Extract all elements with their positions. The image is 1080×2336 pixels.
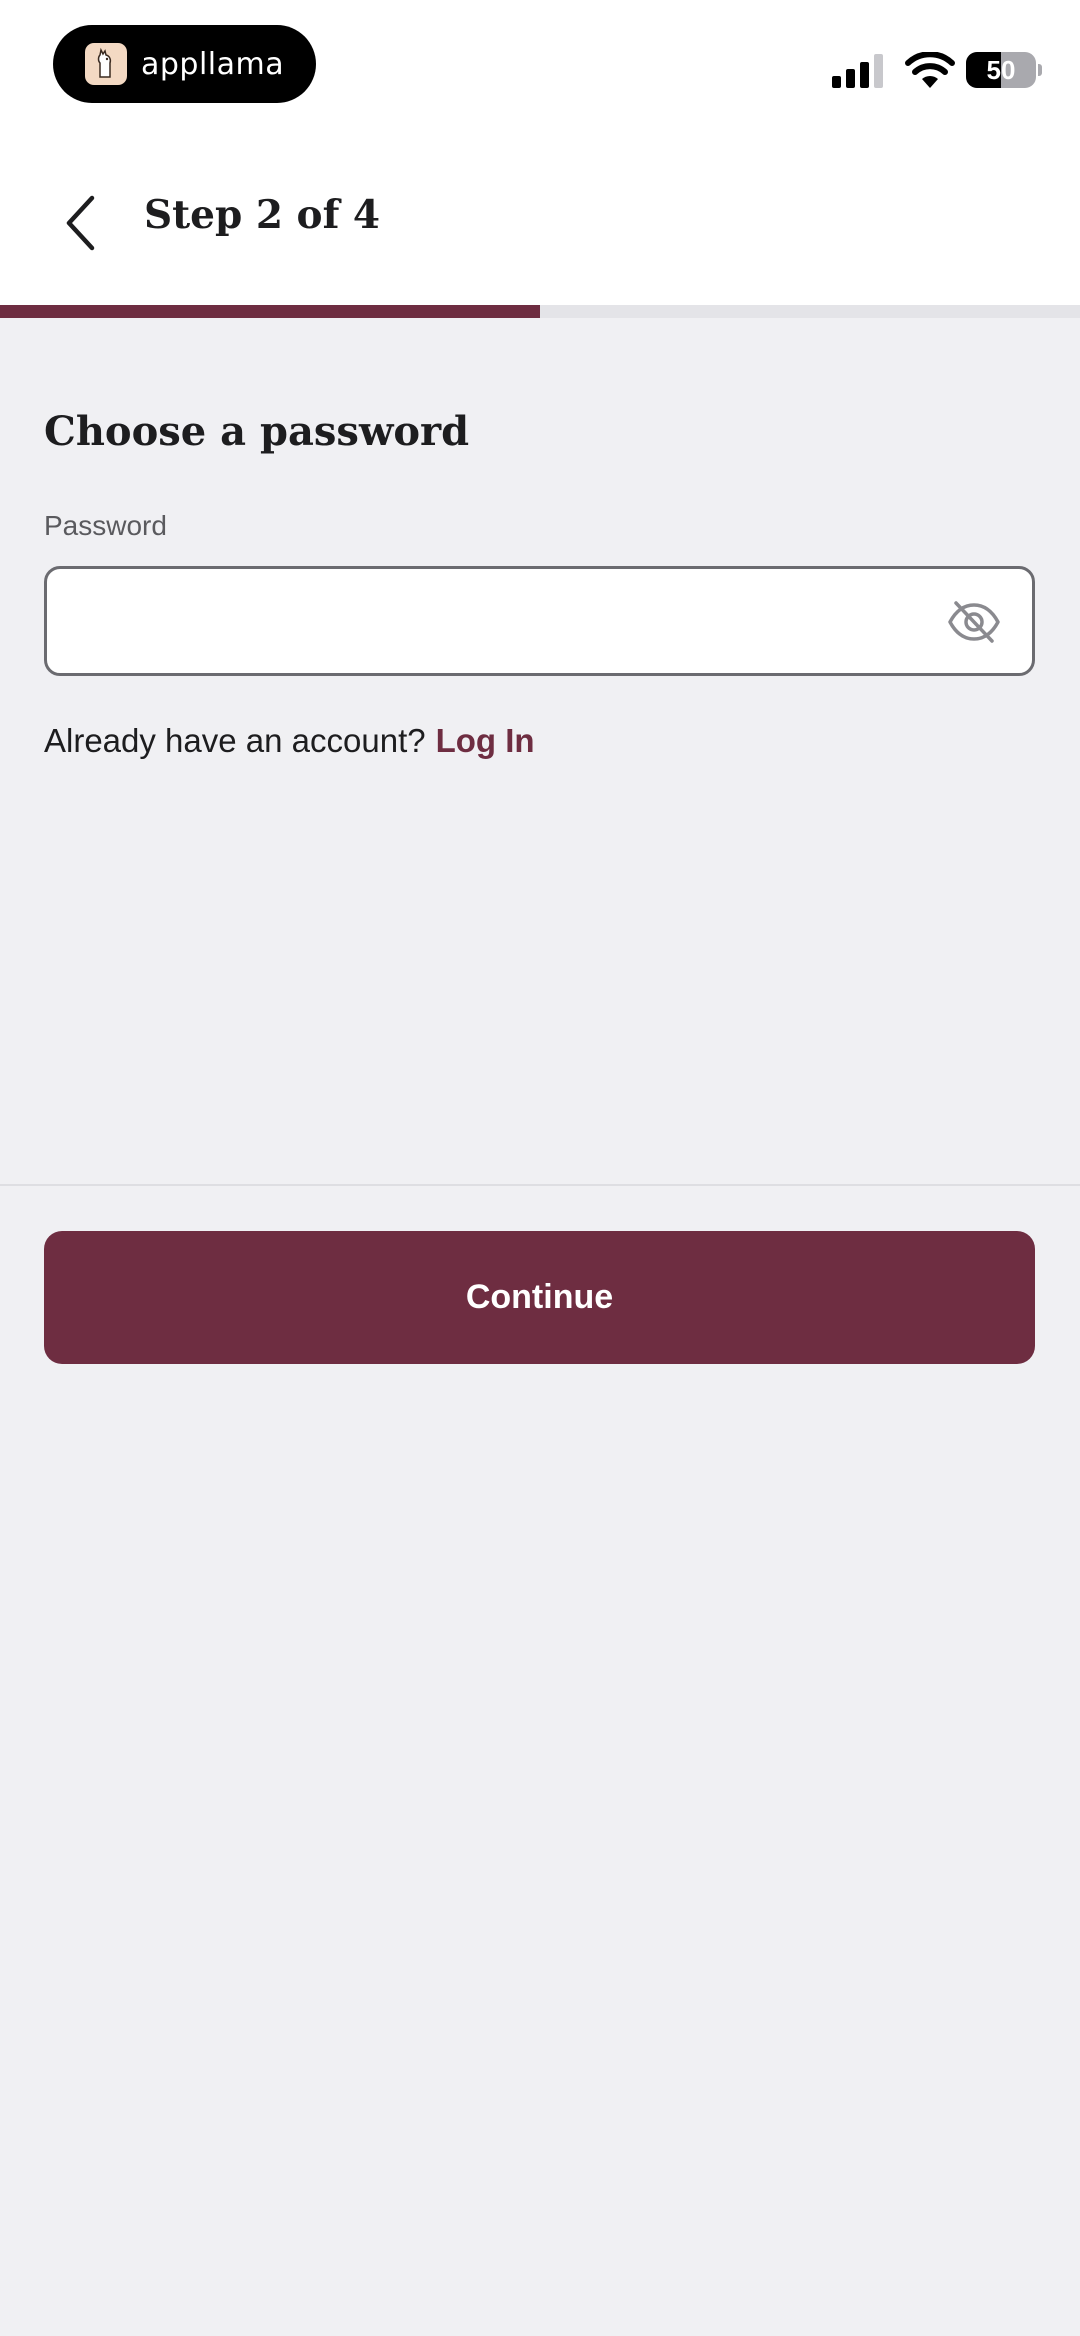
app-name: appllama — [141, 46, 285, 82]
back-button[interactable] — [50, 183, 110, 263]
continue-button[interactable]: Continue — [44, 1231, 1035, 1364]
chevron-left-icon — [66, 195, 95, 251]
step-title: Step 2 of 4 — [144, 192, 381, 238]
login-prompt-text: Already have an account? — [44, 722, 426, 759]
login-prompt-row: Already have an account? Log In — [44, 722, 535, 760]
signup-password-screen: appllama 50 Step 2 of 4 Choose a passwor… — [0, 0, 1080, 2336]
llama-logo-icon — [85, 43, 127, 85]
cellular-signal-icon — [832, 54, 883, 88]
step-progress-bar — [0, 305, 1080, 318]
password-input[interactable] — [71, 589, 951, 653]
wifi-icon — [905, 52, 955, 88]
battery-tip — [1038, 64, 1042, 76]
step-progress-fill — [0, 305, 540, 318]
page-heading: Choose a password — [44, 408, 470, 455]
battery-icon: 50 — [966, 52, 1036, 88]
password-label: Password — [44, 510, 167, 541]
app-recording-pill: appllama — [53, 25, 316, 103]
status-icons: 50 — [780, 48, 1080, 92]
eye-off-icon — [948, 601, 1000, 643]
battery-percentage: 50 — [986, 55, 1016, 85]
status-bar: appllama 50 — [0, 0, 1080, 135]
navigation-header: Step 2 of 4 — [0, 135, 1080, 305]
footer-divider — [0, 1184, 1080, 1186]
toggle-password-visibility-button[interactable] — [946, 599, 1002, 645]
log-in-link[interactable]: Log In — [436, 722, 535, 759]
password-field[interactable] — [44, 566, 1035, 676]
